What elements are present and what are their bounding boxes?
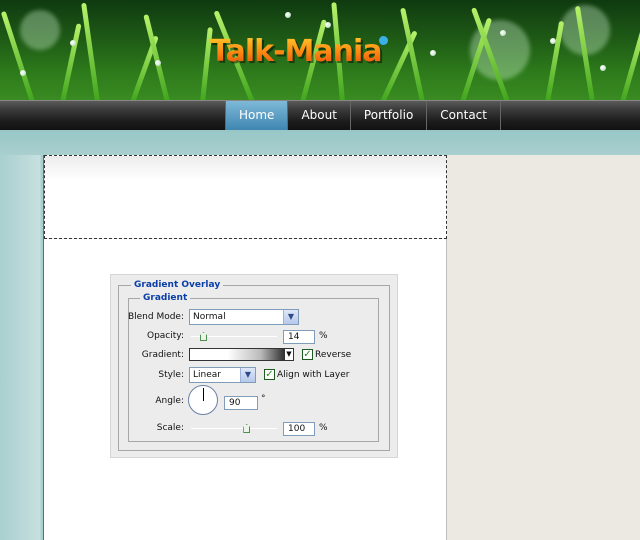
angle-unit: ° <box>261 394 266 404</box>
dew-drop <box>430 50 436 56</box>
align-with-layer-label: Align with Layer <box>277 370 350 380</box>
nav-item-contact[interactable]: Contact <box>427 101 501 131</box>
gradient-label: Gradient: <box>141 350 184 360</box>
opacity-unit: % <box>319 331 328 341</box>
nav-item-about[interactable]: About <box>288 101 351 131</box>
angle-needle <box>203 388 204 401</box>
gradient-overlay-title: Gradient Overlay <box>131 280 224 290</box>
site-logo[interactable]: Talk-Mania <box>210 34 383 69</box>
dew-drop <box>70 40 76 46</box>
grass-blade <box>60 23 82 102</box>
marquee-selection[interactable] <box>44 155 447 239</box>
teal-band <box>0 130 640 155</box>
gradient-overlay-panel: Gradient Overlay Gradient Blend Mode: No… <box>110 274 398 458</box>
nav-item-home[interactable]: Home <box>225 101 289 131</box>
chevron-down-icon[interactable]: ▼ <box>285 348 294 361</box>
dew-drop <box>550 38 556 44</box>
angle-label: Angle: <box>155 396 184 406</box>
logo-dot <box>379 36 388 45</box>
dew-drop <box>285 12 291 18</box>
blend-mode-value: Normal <box>193 312 226 322</box>
style-value: Linear <box>193 370 221 380</box>
reverse-checkbox[interactable]: ✓ <box>302 349 313 360</box>
chevron-down-icon[interactable]: ▼ <box>283 310 298 324</box>
scale-input[interactable]: 100 <box>283 422 315 436</box>
main-nav: Home About Portfolio Contact <box>225 101 501 131</box>
dew-drop <box>325 22 331 28</box>
blend-mode-select[interactable]: Normal ▼ <box>189 309 299 325</box>
nav-item-portfolio[interactable]: Portfolio <box>351 101 428 131</box>
style-label: Style: <box>158 370 184 380</box>
scale-label: Scale: <box>156 423 184 433</box>
style-select[interactable]: Linear ▼ <box>189 367 256 383</box>
angle-dial[interactable] <box>188 385 218 415</box>
reverse-label: Reverse <box>315 350 352 360</box>
header-banner: Talk-Mania Talk-Mania <box>0 0 640 102</box>
chevron-down-icon[interactable]: ▼ <box>240 368 255 382</box>
grass-blade <box>545 20 565 102</box>
grass-blade <box>620 30 640 102</box>
opacity-label: Opacity: <box>147 331 184 341</box>
dew-drop <box>155 60 161 66</box>
dew-drop <box>500 30 506 36</box>
dew-drop <box>20 70 26 76</box>
blend-mode-label: Blend Mode: <box>127 312 184 322</box>
bokeh-light <box>20 10 60 50</box>
scale-slider-track[interactable] <box>191 428 277 429</box>
dew-drop <box>600 65 606 71</box>
opacity-input[interactable]: 14 <box>283 330 315 344</box>
gradient-group-title: Gradient <box>140 293 191 303</box>
nav-bar: Home About Portfolio Contact <box>0 100 640 131</box>
gradient-picker[interactable] <box>189 348 285 361</box>
angle-input[interactable]: 90 <box>224 396 258 410</box>
grass-blade <box>81 2 100 102</box>
sidebar-area <box>447 155 640 540</box>
scale-unit: % <box>319 423 328 433</box>
align-with-layer-checkbox[interactable]: ✓ <box>264 369 275 380</box>
